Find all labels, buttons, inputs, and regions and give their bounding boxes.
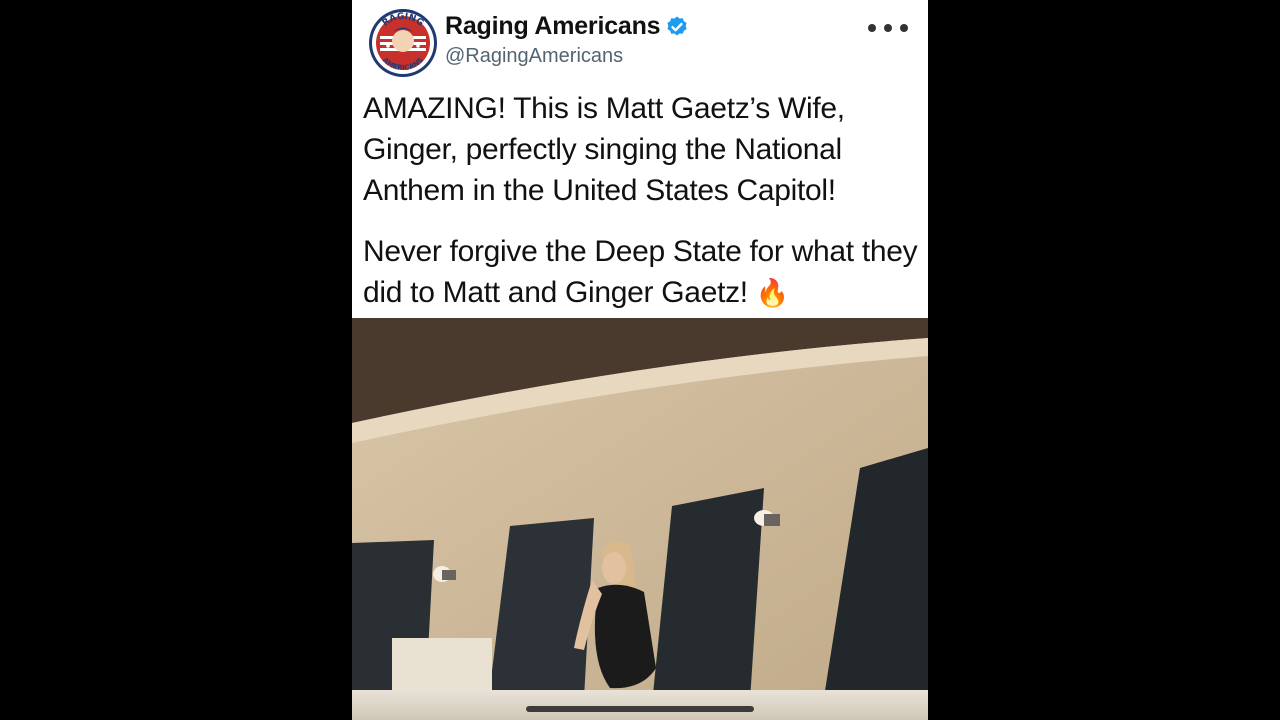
more-options-icon[interactable] [868, 15, 908, 41]
home-indicator [526, 706, 754, 712]
tweet-paragraph-2-text: Never forgive the Deep State for what th… [363, 235, 918, 309]
dot [900, 24, 908, 32]
dot [868, 24, 876, 32]
display-name[interactable]: Raging Americans [445, 12, 661, 41]
avatar[interactable]: RAGING AMERICANS [368, 8, 438, 78]
fire-emoji-icon: 🔥 [755, 278, 790, 308]
handle[interactable]: @RagingAmericans [445, 45, 623, 68]
video-frame [352, 318, 928, 720]
tweet-video[interactable] [352, 318, 928, 720]
dot [884, 24, 892, 32]
tweet-header: RAGING AMERICANS Raging Americans @Ragin… [352, 0, 928, 88]
name-row: Raging Americans [445, 12, 689, 41]
tweet-card: RAGING AMERICANS Raging Americans @Ragin… [352, 0, 928, 720]
tweet-paragraph-1: AMAZING! This is Matt Gaetz’s Wife, Ging… [363, 92, 845, 207]
verified-badge-icon [665, 15, 689, 39]
tweet-text: AMAZING! This is Matt Gaetz’s Wife, Ging… [363, 88, 923, 314]
raging-americans-logo-icon: RAGING AMERICANS [369, 9, 437, 77]
tweet-paragraph-2: Never forgive the Deep State for what th… [363, 231, 923, 314]
